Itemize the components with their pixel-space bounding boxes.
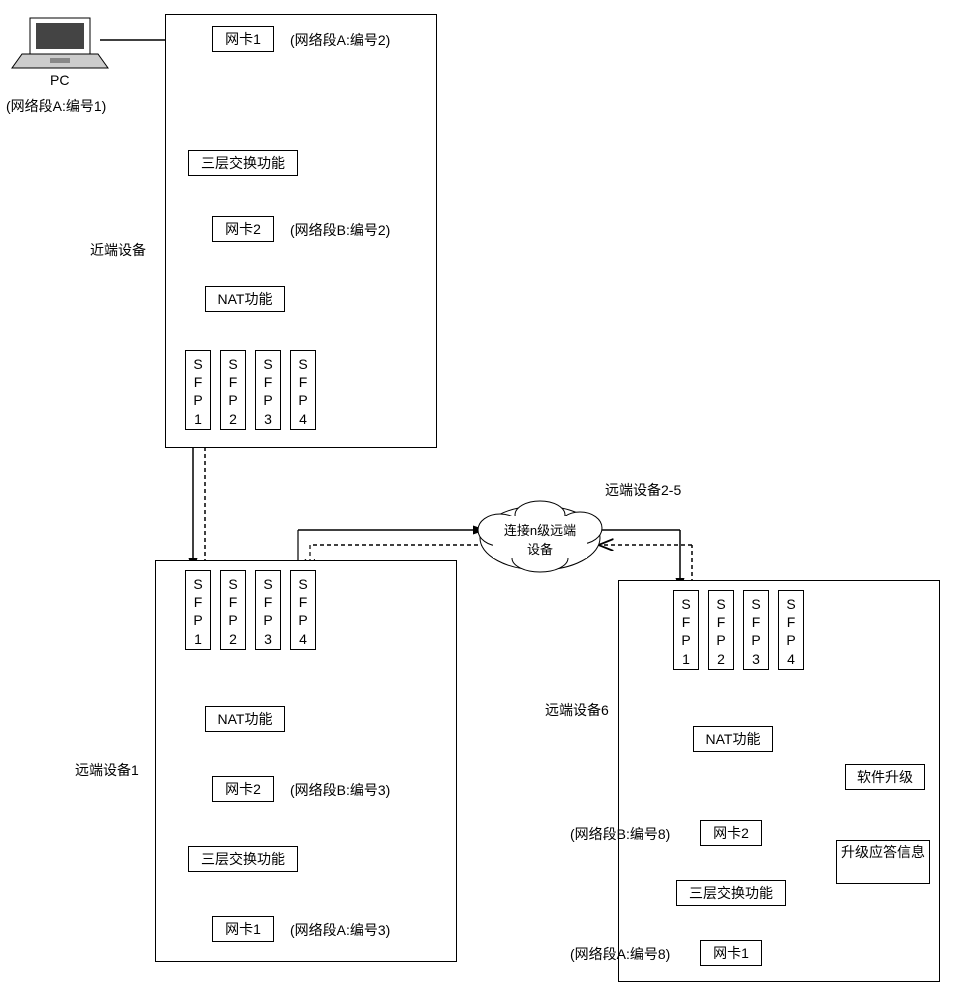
cloud-label: 连接n级远端设备 <box>498 520 582 558</box>
remote6-l3: 三层交换功能 <box>676 880 786 906</box>
remote1-title: 远端设备1 <box>75 760 139 780</box>
remote6-nic1: 网卡1 <box>700 940 762 966</box>
remote1-sfp4: SFP4 <box>290 570 316 650</box>
near-nic2-seg: (网络段B:编号2) <box>290 220 390 240</box>
near-nic2: 网卡2 <box>212 216 274 242</box>
remote6-response: 升级应答信息 <box>836 840 930 884</box>
remote6-sfp3: SFP3 <box>743 590 769 670</box>
pc-label: PC <box>50 72 69 88</box>
remote6-nic2-seg: (网络段B:编号8) <box>570 824 670 844</box>
laptop-icon <box>12 18 108 68</box>
remote6-nic1-seg: (网络段A:编号8) <box>570 944 670 964</box>
remote1-nic2: 网卡2 <box>212 776 274 802</box>
cloud-side-label: 远端设备2-5 <box>605 480 681 500</box>
remote6-sfp2: SFP2 <box>708 590 734 670</box>
remote6-nic2: 网卡2 <box>700 820 762 846</box>
remote1-nic1: 网卡1 <box>212 916 274 942</box>
remote6-upgrade: 软件升级 <box>845 764 925 790</box>
near-sfp3: SFP3 <box>255 350 281 430</box>
remote6-sfp4: SFP4 <box>778 590 804 670</box>
pc-segment-label: (网络段A:编号1) <box>6 96 106 116</box>
remote1-sfp3: SFP3 <box>255 570 281 650</box>
near-nic1-seg: (网络段A:编号2) <box>290 30 390 50</box>
near-l3: 三层交换功能 <box>188 150 298 176</box>
remote1-sfp2: SFP2 <box>220 570 246 650</box>
near-nat: NAT功能 <box>205 286 285 312</box>
remote6-sfp1: SFP1 <box>673 590 699 670</box>
near-sfp1: SFP1 <box>185 350 211 430</box>
near-device-title: 近端设备 <box>90 240 146 260</box>
near-sfp2: SFP2 <box>220 350 246 430</box>
remote6-title: 远端设备6 <box>545 700 609 720</box>
remote6-nat: NAT功能 <box>693 726 773 752</box>
remote1-nic2-seg: (网络段B:编号3) <box>290 780 390 800</box>
near-nic1: 网卡1 <box>212 26 274 52</box>
remote1-nat: NAT功能 <box>205 706 285 732</box>
near-sfp4: SFP4 <box>290 350 316 430</box>
remote1-sfp1: SFP1 <box>185 570 211 650</box>
remote1-nic1-seg: (网络段A:编号3) <box>290 920 390 940</box>
remote1-l3: 三层交换功能 <box>188 846 298 872</box>
